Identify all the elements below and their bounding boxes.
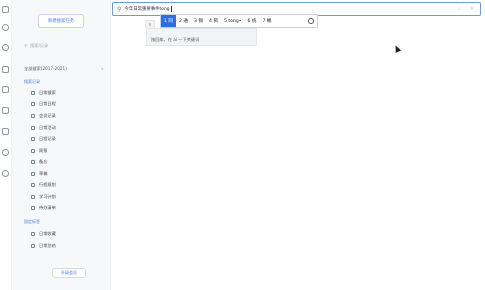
- note-icon: [31, 172, 35, 176]
- clock-icon[interactable]: [2, 44, 9, 51]
- document-icon[interactable]: [2, 128, 9, 135]
- sidebar-item[interactable]: 行程规划: [31, 182, 56, 188]
- ime-candidate[interactable]: 4 筒: [206, 15, 221, 27]
- sidebar-item[interactable]: 日程记录: [31, 136, 56, 142]
- search-icon: ⚲: [117, 5, 122, 13]
- upgrade-button[interactable]: 升级会员: [52, 268, 86, 278]
- note-icon: [31, 149, 35, 153]
- icon-rail: [0, 0, 12, 290]
- sidebar-item[interactable]: 日常搜索: [31, 90, 56, 96]
- sidebar-search-placeholder: 搜索/记录: [30, 42, 49, 48]
- sidebar-item[interactable]: 待办清单: [31, 205, 56, 211]
- list-icon[interactable]: [2, 66, 9, 73]
- ime-candidate[interactable]: 2 通: [176, 15, 191, 27]
- note-icon: [31, 137, 35, 141]
- ime-candidate[interactable]: 3 铜: [191, 15, 206, 27]
- grid-icon[interactable]: [2, 86, 9, 93]
- ime-candidate[interactable]: 6 统: [244, 15, 259, 27]
- user-icon[interactable]: [2, 149, 9, 156]
- note-icon: [31, 91, 35, 95]
- text-caret: [170, 6, 172, 12]
- emoji-icon[interactable]: [308, 18, 314, 24]
- settings-icon[interactable]: [2, 170, 9, 177]
- search-suggestion-dropdown[interactable]: ⚲ 按回车，在 ai 一下关键词: [145, 20, 257, 46]
- note-icon: [31, 114, 35, 118]
- sidebar-item[interactable]: 周报: [31, 148, 47, 154]
- ime-candidate-bar: 1 同 2 通 3 铜 4 筒 5 tong• 6 统 7 桶: [160, 14, 318, 28]
- search-query: 今年日常重要事件tong: [124, 7, 170, 12]
- star-icon[interactable]: ☆: [457, 6, 461, 12]
- ime-candidate[interactable]: 5 tong•: [221, 15, 245, 27]
- sidebar-item[interactable]: 草稿: [31, 171, 47, 177]
- note-icon: [31, 195, 35, 199]
- note-icon: [31, 126, 35, 130]
- note-icon: [31, 102, 35, 106]
- clear-icon[interactable]: ✕: [470, 6, 474, 12]
- sidebar-item[interactable]: 日常日程: [31, 101, 56, 107]
- new-search-button[interactable]: 新建搜索任务: [38, 14, 84, 28]
- note-icon: [31, 206, 35, 210]
- notebook-selector[interactable]: 全部搜索(2017-2021) ∨: [24, 66, 104, 72]
- sidebar-item[interactable]: 会议记录: [31, 113, 56, 119]
- note-icon: [31, 183, 35, 187]
- sidebar-item[interactable]: 学习计划: [31, 194, 56, 200]
- mouse-cursor: [392, 44, 402, 53]
- notebook-label: 全部搜索(2017-2021): [24, 66, 67, 71]
- ime-candidate[interactable]: 7 桶: [259, 15, 274, 27]
- search-icon: ⚲: [145, 20, 155, 28]
- chevron-down-icon: ∨: [100, 66, 104, 71]
- sidebar-item[interactable]: 备忘: [31, 159, 47, 165]
- tag-icon: [31, 244, 35, 248]
- sidebar-item[interactable]: 日常总结: [31, 243, 56, 249]
- note-icon: [31, 160, 35, 164]
- folder-icon[interactable]: [2, 107, 9, 114]
- sidebar-item[interactable]: 日常活动: [31, 125, 56, 131]
- sidebar-search[interactable]: ⚲ 搜索/记录: [24, 41, 99, 50]
- new-search-label: 新建搜索任务: [47, 19, 75, 24]
- group-label-records: 搜索记录: [24, 79, 40, 84]
- sidebar: 新建搜索任务 ⚲ 搜索/记录 全部搜索(2017-2021) ∨ 搜索记录 日常…: [12, 0, 111, 290]
- group-label-pinned: 固定标签: [24, 219, 40, 224]
- search-icon: ⚲: [24, 43, 28, 48]
- home-icon[interactable]: [2, 6, 9, 13]
- suggestion-hint: 按回车，在 ai 一下关键词: [151, 37, 200, 42]
- ime-candidate[interactable]: 1 同: [161, 15, 176, 27]
- upgrade-label: 升级会员: [61, 270, 77, 275]
- sidebar-item[interactable]: 日常收藏: [31, 231, 56, 237]
- search-icon[interactable]: [2, 24, 9, 31]
- tag-icon: [31, 232, 35, 236]
